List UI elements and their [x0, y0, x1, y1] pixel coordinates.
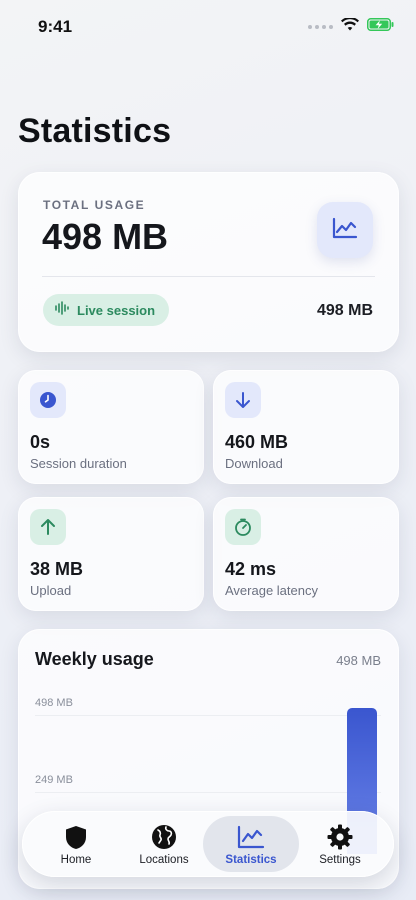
- weekly-usage-total: 498 MB: [336, 653, 381, 668]
- total-usage-card: TOTAL USAGE 498 MB Live session 498 MB: [18, 172, 399, 352]
- tab-bar: Home Locations Statistics Settings: [22, 811, 394, 877]
- total-usage-value: 498 MB: [42, 216, 169, 257]
- status-time: 9:41: [38, 17, 73, 36]
- chart-icon: [332, 217, 358, 244]
- tab-label: Statistics: [225, 854, 277, 866]
- weekly-usage-title: Weekly usage: [35, 649, 154, 669]
- tab-label: Settings: [319, 854, 361, 866]
- stat-label: Download: [225, 456, 283, 471]
- globe-icon: [151, 824, 177, 850]
- download-card: 460 MB Download: [213, 370, 399, 484]
- stat-value: 42 ms: [225, 559, 277, 579]
- tab-statistics[interactable]: Statistics: [203, 816, 299, 872]
- arrow-up-icon: [30, 509, 66, 545]
- live-session-label: Live session: [77, 302, 156, 318]
- status-icons: [308, 16, 394, 36]
- session-duration-card: 0s Session duration: [18, 370, 204, 484]
- stat-label: Session duration: [30, 456, 127, 471]
- clock-icon: [30, 382, 66, 418]
- live-session-badge: Live session: [43, 294, 170, 326]
- tab-label: Home: [60, 854, 92, 866]
- arrow-down-icon: [225, 382, 261, 418]
- stat-value: 0s: [30, 432, 51, 452]
- divider: [42, 276, 375, 277]
- tab-label: Locations: [139, 854, 189, 866]
- wifi-icon: [341, 16, 359, 36]
- battery-charging-icon: [367, 18, 394, 36]
- session-usage-value: 498 MB: [316, 302, 373, 319]
- latency-card: 42 ms Average latency: [213, 497, 399, 611]
- timer-icon: [225, 509, 261, 545]
- chart-icon: [237, 824, 265, 850]
- upload-card: 38 MB Upload: [18, 497, 204, 611]
- gear-icon: [327, 824, 353, 850]
- stat-label: Upload: [30, 583, 72, 598]
- page-title: Statistics: [18, 112, 172, 150]
- tab-home[interactable]: Home: [28, 816, 124, 872]
- usage-chart-button[interactable]: [317, 202, 373, 258]
- total-usage-label: TOTAL USAGE: [43, 198, 146, 212]
- waveform-icon: [55, 300, 69, 320]
- stat-value: 460 MB: [225, 432, 289, 452]
- shield-icon: [65, 824, 87, 850]
- tab-settings[interactable]: Settings: [292, 816, 388, 872]
- cellular-signal-icon: [308, 25, 333, 29]
- stat-label: Average latency: [225, 583, 318, 598]
- tab-locations[interactable]: Locations: [116, 816, 212, 872]
- stat-value: 38 MB: [30, 559, 84, 579]
- status-bar: 9:41: [0, 0, 416, 50]
